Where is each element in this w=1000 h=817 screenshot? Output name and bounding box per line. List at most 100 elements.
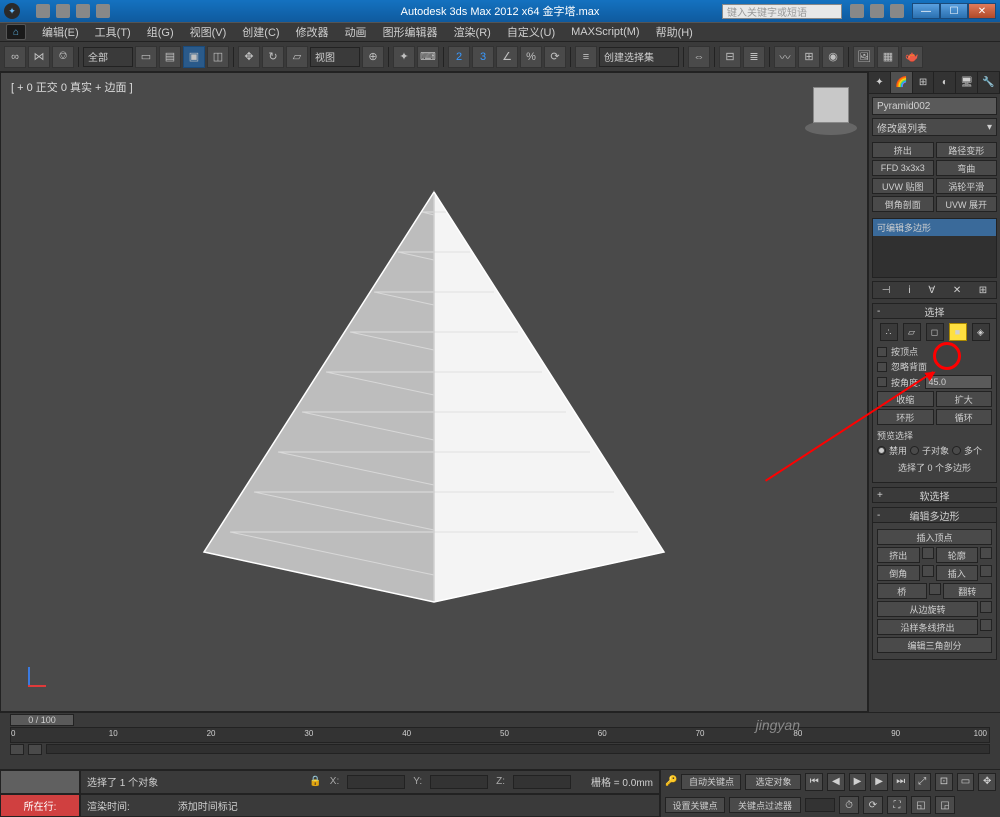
tab-utilities-icon[interactable]: 🔧 <box>978 72 1000 93</box>
next-frame-button[interactable]: ▶ <box>870 773 888 791</box>
pan-icon[interactable]: ✥ <box>978 773 996 791</box>
bind-icon[interactable]: ⎊ <box>52 46 74 68</box>
show-end-icon[interactable]: ⅰ <box>908 285 911 296</box>
min-max-toggle-icon[interactable]: ◱ <box>911 796 931 814</box>
window-crossing-icon[interactable]: ◫ <box>207 46 229 68</box>
schematic-icon[interactable]: ⊞ <box>798 46 820 68</box>
modifier-stack[interactable]: 可编辑多边形 <box>872 218 997 278</box>
mod-bevelprofile-button[interactable]: 倒角剖面 <box>872 196 934 212</box>
render-icon[interactable]: 🫖 <box>901 46 923 68</box>
extrude-spline-button[interactable]: 沿样条线挤出 <box>877 619 978 635</box>
menu-rendering[interactable]: 渲染(R) <box>446 24 499 40</box>
snap-2d-icon[interactable]: 2 <box>448 46 470 68</box>
flip-button[interactable]: 翻转 <box>943 583 993 599</box>
tab-motion-icon[interactable]: ◐ <box>934 72 956 93</box>
fov-icon[interactable]: ▭ <box>957 773 975 791</box>
pyramid-mesh[interactable] <box>164 152 704 652</box>
by-angle-checkbox[interactable] <box>877 377 887 387</box>
spinner-snap-icon[interactable]: ⟳ <box>544 46 566 68</box>
qa-open-icon[interactable] <box>36 4 50 18</box>
keyboard-shortcut-icon[interactable]: ⌨ <box>417 46 439 68</box>
time-config-icon[interactable]: ⏱ <box>839 796 859 814</box>
add-time-tag-button[interactable]: 添加时间标记 <box>178 798 238 813</box>
edit-tri-button[interactable]: 编辑三角剖分 <box>877 637 992 653</box>
maximize-viewport-icon[interactable]: ⛶ <box>887 796 907 814</box>
menu-grapheditors[interactable]: 图形编辑器 <box>375 24 446 40</box>
ignore-backfacing-checkbox[interactable] <box>877 362 887 372</box>
pin-stack-icon[interactable]: ⊣ <box>882 285 891 296</box>
goto-end-button[interactable]: ⏭ <box>892 773 910 791</box>
select-manip-icon[interactable]: ✦ <box>393 46 415 68</box>
viewport-label[interactable]: [ + 0 正交 0 真实 + 边面 ] <box>11 79 133 95</box>
goto-start-button[interactable]: ⏮ <box>805 773 823 791</box>
app-menu-button[interactable]: ⌂ <box>6 24 26 40</box>
subobj-edge-icon[interactable]: ▱ <box>903 323 921 341</box>
time-slider-thumb[interactable]: 0 / 100 <box>10 714 74 726</box>
menu-views[interactable]: 视图(V) <box>182 24 235 40</box>
current-frame-input[interactable] <box>805 798 835 812</box>
subobj-polygon-icon[interactable]: ■ <box>949 323 967 341</box>
configure-icon[interactable]: ⊞ <box>979 285 987 296</box>
menu-modifiers[interactable]: 修改器 <box>288 24 337 40</box>
qa-undo-icon[interactable] <box>76 4 90 18</box>
minimize-button[interactable]: — <box>912 3 940 19</box>
rollout-selection-header[interactable]: -选择 <box>872 303 997 319</box>
mod-pathdeform-button[interactable]: 路径变形 <box>936 142 998 158</box>
orbit-icon[interactable]: ⟳ <box>863 796 883 814</box>
bridge-settings-button[interactable] <box>929 583 941 595</box>
material-editor-icon[interactable]: ◉ <box>822 46 844 68</box>
rollout-soft-header[interactable]: +软选择 <box>872 487 997 503</box>
stack-item-editable-poly[interactable]: 可编辑多边形 <box>873 219 996 236</box>
play-button[interactable]: ▶ <box>849 773 867 791</box>
bevel-button[interactable]: 倒角 <box>877 565 920 581</box>
outline-button[interactable]: 轮廓 <box>936 547 979 563</box>
zoom-icon[interactable]: ⤢ <box>914 773 932 791</box>
layers-icon[interactable]: ≣ <box>743 46 765 68</box>
move-icon[interactable]: ✥ <box>238 46 260 68</box>
shrink-button[interactable]: 收缩 <box>877 391 934 407</box>
qa-redo-icon[interactable] <box>96 4 110 18</box>
track-filter-icon[interactable] <box>10 744 24 755</box>
preview-multi-radio[interactable] <box>952 446 961 455</box>
key-filters-button[interactable]: 关键点过滤器 <box>729 797 801 813</box>
link-icon[interactable]: ∞ <box>4 46 26 68</box>
align-icon[interactable]: ⊟ <box>719 46 741 68</box>
insert-vertex-button[interactable]: 插入顶点 <box>877 529 992 545</box>
object-name-field[interactable]: Pyramid002 <box>872 97 997 115</box>
key-icon[interactable]: 🔑 <box>665 776 677 787</box>
track-key-icon[interactable] <box>28 744 42 755</box>
rotate-icon[interactable]: ↻ <box>262 46 284 68</box>
outline-settings-button[interactable] <box>980 547 992 559</box>
mod-ffd-button[interactable]: FFD 3x3x3 <box>872 160 934 176</box>
by-vertex-checkbox[interactable] <box>877 347 887 357</box>
zoom-all-icon[interactable]: ⊡ <box>935 773 953 791</box>
tab-display-icon[interactable]: 🖥 <box>956 72 978 93</box>
select-name-icon[interactable]: ▤ <box>159 46 181 68</box>
extrude-button[interactable]: 挤出 <box>877 547 920 563</box>
preview-subobj-radio[interactable] <box>910 446 919 455</box>
tab-create-icon[interactable]: ✦ <box>869 72 891 93</box>
edit-named-sel-icon[interactable]: ≡ <box>575 46 597 68</box>
ref-coord-dropdown[interactable]: 视图 <box>310 47 360 67</box>
auto-key-button[interactable]: 自动关键点 <box>681 774 741 790</box>
menu-create[interactable]: 创建(C) <box>234 24 287 40</box>
menu-customize[interactable]: 自定义(U) <box>499 24 563 40</box>
select-icon[interactable]: ▭ <box>135 46 157 68</box>
modifier-list-dropdown[interactable]: 修改器列表 <box>872 118 997 136</box>
script-listener-cell[interactable] <box>0 770 80 794</box>
infocenter-icon[interactable] <box>850 4 864 18</box>
menu-animation[interactable]: 动画 <box>337 24 375 40</box>
mirror-icon[interactable]: ⇔ <box>688 46 710 68</box>
ring-button[interactable]: 环形 <box>877 409 934 425</box>
subobj-vertex-icon[interactable]: ∴ <box>880 323 898 341</box>
mod-bend-button[interactable]: 弯曲 <box>936 160 998 176</box>
inset-settings-button[interactable] <box>980 565 992 577</box>
tab-modify-icon[interactable]: 🌈 <box>891 72 913 93</box>
menu-edit[interactable]: 编辑(E) <box>34 24 87 40</box>
bridge-button[interactable]: 桥 <box>877 583 927 599</box>
bevel-settings-button[interactable] <box>922 565 934 577</box>
render-setup-icon[interactable]: 🖼 <box>853 46 875 68</box>
menu-help[interactable]: 帮助(H) <box>648 24 701 40</box>
coord-y-input[interactable] <box>430 775 488 789</box>
extrude-settings-button[interactable] <box>922 547 934 559</box>
